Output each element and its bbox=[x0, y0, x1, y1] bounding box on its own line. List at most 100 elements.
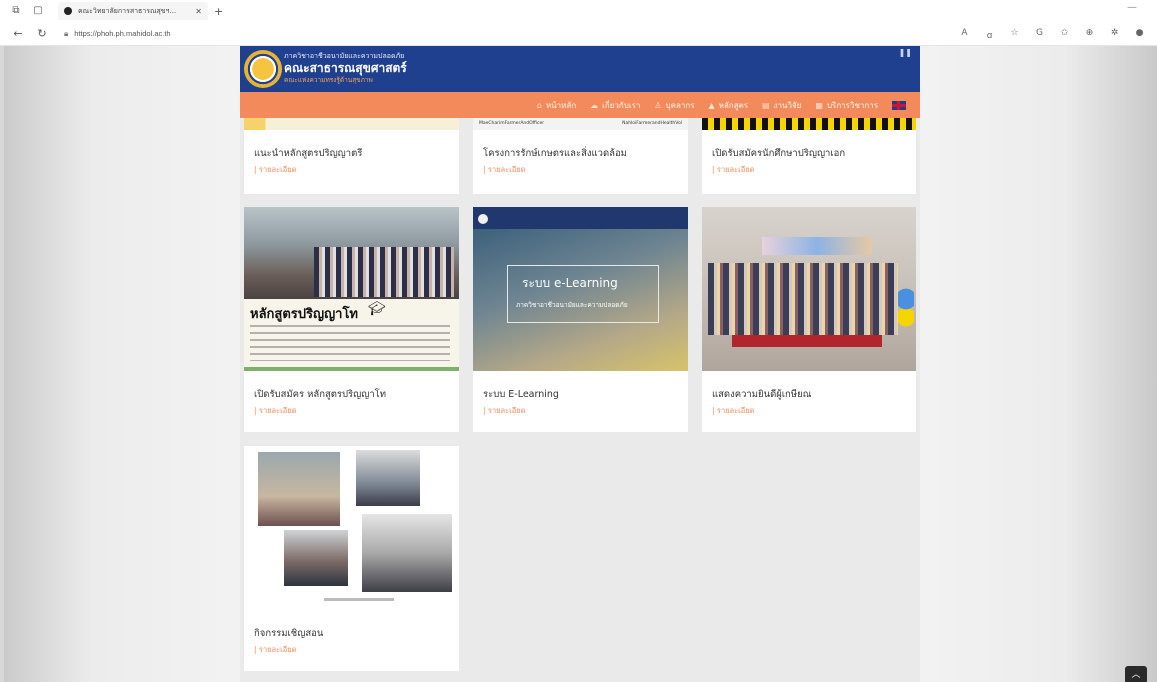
menu-label: หลักสูตร bbox=[718, 100, 749, 110]
thumb-logo-icon bbox=[478, 214, 488, 224]
card-agri-env[interactable]: MaeCharimFarmerAndOfficer NahloiFarmeran… bbox=[473, 118, 688, 194]
minimize-icon[interactable]: — bbox=[1127, 2, 1137, 13]
read-aloud-icon[interactable]: A bbox=[959, 28, 970, 41]
document-icon: ▤ bbox=[762, 100, 770, 110]
card-title[interactable]: โครงการรักษ์เกษตรและสิ่งแวดล้อม bbox=[483, 146, 627, 161]
url-field[interactable]: 🔒︎ https://phoh.ph.mahidol.ac.th bbox=[64, 29, 171, 39]
tab-actions-icon[interactable]: ▢ bbox=[32, 5, 44, 17]
card-detail-link[interactable]: | รายละเอียด bbox=[483, 164, 526, 176]
card-detail-link[interactable]: | รายละเอียด bbox=[254, 644, 297, 656]
menu-item-staff[interactable]: ♙ บุคลากร bbox=[654, 99, 694, 112]
menu-label: บุคลากร bbox=[665, 100, 695, 110]
chat-icon: ☁ bbox=[590, 100, 599, 110]
card-title[interactable]: กิจกรรมเชิญสอน bbox=[254, 626, 323, 641]
menu-item-curriculum[interactable]: ▲ หลักสูตร bbox=[709, 99, 749, 112]
favorites-icon[interactable]: ✩ bbox=[1059, 28, 1070, 41]
toolbar-icons: A ꭤ ☆ G ✩ ⊕ ✲ ● bbox=[959, 28, 1145, 41]
grid-icon: ▦ bbox=[815, 100, 823, 110]
favorite-star-icon[interactable]: ☆ bbox=[1009, 28, 1020, 41]
site-tagline: คณะแห่งความทรงรู้ด้านสุขภาพ bbox=[284, 76, 373, 84]
english-flag-icon[interactable] bbox=[892, 100, 906, 110]
thumb-caption bbox=[324, 598, 394, 601]
card-title[interactable]: แนะนำหลักสูตรปริญญาตรี bbox=[254, 146, 362, 161]
card-title[interactable]: เปิดรับสมัครนักศึกษาปริญญาเอก bbox=[712, 146, 845, 161]
thumb-carpet bbox=[732, 335, 882, 347]
thumb-headline: ระบบ e-Learning bbox=[522, 276, 618, 290]
thumb-details bbox=[250, 325, 450, 361]
menu-item-services[interactable]: ▦ บริการวิชาการ bbox=[815, 99, 878, 112]
card-elearning[interactable]: ระบบ e-Learning ภาควิชาอาชีวอนามัยและควา… bbox=[473, 207, 688, 432]
card-detail-link[interactable]: | รายละเอียด bbox=[712, 164, 755, 176]
left-gutter bbox=[0, 46, 4, 682]
site-header: ภาควิชาอาชีวอนามัยและความปลอดภัย คณะสาธา… bbox=[240, 46, 920, 92]
card-thumb bbox=[244, 118, 459, 130]
thumb-photo-1 bbox=[258, 452, 340, 526]
puzzle-icon[interactable]: ✲ bbox=[1109, 28, 1120, 41]
card-thumb[interactable] bbox=[702, 207, 916, 371]
favicon-icon bbox=[64, 7, 72, 15]
thumb-balloons bbox=[898, 287, 914, 327]
thumb-caption-left: MaeCharimFarmerAndOfficer bbox=[479, 121, 545, 126]
menu-label: หน้าหลัก bbox=[545, 100, 577, 110]
close-icon[interactable]: ✕ bbox=[195, 7, 202, 16]
refresh-icon[interactable]: ↻ bbox=[36, 27, 48, 40]
thumb-people bbox=[708, 263, 898, 335]
card-master[interactable]: หลักสูตรปริญญาโท 🎓︎ เปิดรับสมัคร หลักสูต… bbox=[244, 207, 459, 432]
home-icon: ⌂ bbox=[536, 100, 542, 110]
card-detail-link[interactable]: | รายละเอียด bbox=[254, 164, 297, 176]
back-to-top-button[interactable]: ︿ bbox=[1125, 666, 1147, 682]
menu-item-about[interactable]: ☁ เกี่ยวกับเรา bbox=[590, 99, 640, 112]
extension-icon[interactable]: G bbox=[1034, 28, 1045, 41]
thumb-footer-bar bbox=[244, 367, 459, 371]
header-corner-icon: ❚❚ bbox=[898, 48, 912, 57]
menu-item-research[interactable]: ▤ งานวิจัย bbox=[762, 99, 801, 112]
card-detail-link[interactable]: | รายละเอียด bbox=[254, 405, 297, 417]
thumb-caption-right: NahloiFarmerandHealthVol bbox=[622, 121, 682, 126]
profile-icon[interactable]: ● bbox=[1134, 28, 1145, 41]
card-detail-link[interactable]: | รายละเอียด bbox=[712, 405, 755, 417]
thumb-photo-2 bbox=[356, 450, 420, 506]
card-phd[interactable]: เปิดรับสมัครนักศึกษาปริญญาเอก | รายละเอี… bbox=[702, 118, 916, 194]
graduation-icon: ▲ bbox=[708, 100, 715, 110]
card-thumb bbox=[702, 118, 916, 130]
tab-title: คณะวิทยาลัยการสาธารณสุขฯ... bbox=[78, 6, 177, 15]
page-viewport: ภาควิชาอาชีวอนามัยและความปลอดภัย คณะสาธา… bbox=[0, 46, 1157, 682]
card-guest-teaching[interactable]: กิจกรรมเชิญสอน | รายละเอียด bbox=[244, 446, 459, 671]
browser-tab[interactable]: คณะวิทยาลัยการสาธารณสุขฯ... ✕ bbox=[58, 2, 208, 20]
new-tab-icon[interactable]: + bbox=[214, 5, 223, 18]
menu-label: งานวิจัย bbox=[773, 100, 802, 110]
mahidol-logo-icon[interactable] bbox=[244, 50, 282, 88]
menu-label: เกี่ยวกับเรา bbox=[602, 100, 641, 110]
card-thumb[interactable]: หลักสูตรปริญญาโท 🎓︎ bbox=[244, 207, 459, 371]
thumb-people bbox=[314, 247, 454, 297]
url-text: https://phoh.ph.mahidol.ac.th bbox=[74, 29, 171, 38]
thumb-box: ระบบ e-Learning ภาควิชาอาชีวอนามัยและควา… bbox=[507, 265, 659, 323]
browser-tab-bar: ⧉ ▢ คณะวิทยาลัยการสาธารณสุขฯ... ✕ + — bbox=[0, 0, 1157, 22]
thumb-photo-3 bbox=[284, 530, 348, 586]
thumb-top-bar bbox=[473, 207, 688, 229]
thumb-sub: ภาควิชาอาชีวอนามัยและความปลอดภัย bbox=[516, 301, 628, 309]
reader-icon[interactable]: ꭤ bbox=[984, 28, 995, 41]
person-icon: ♙ bbox=[654, 100, 662, 110]
card-thumb[interactable]: ระบบ e-Learning ภาควิชาอาชีวอนามัยและควา… bbox=[473, 207, 688, 371]
main-menu: ⌂ หน้าหลัก ☁ เกี่ยวกับเรา ♙ บุคลากร ▲ หล… bbox=[240, 92, 920, 118]
card-thumb[interactable] bbox=[244, 446, 459, 610]
workspaces-icon[interactable]: ⧉ bbox=[10, 5, 22, 17]
thumb-headline: หลักสูตรปริญญาโท bbox=[250, 307, 359, 322]
card-title[interactable]: แสดงความยินดีผู้เกษียณ bbox=[712, 387, 811, 402]
lock-icon: 🔒︎ bbox=[64, 28, 69, 38]
card-retirement[interactable]: แสดงความยินดีผู้เกษียณ | รายละเอียด bbox=[702, 207, 916, 432]
card-detail-link[interactable]: | รายละเอียด bbox=[483, 405, 526, 417]
collections-icon[interactable]: ⊕ bbox=[1084, 28, 1095, 41]
card-title[interactable]: เปิดรับสมัคร หลักสูตรปริญญาโท bbox=[254, 387, 386, 402]
address-bar: ← ↻ 🔒︎ https://phoh.ph.mahidol.ac.th A ꭤ… bbox=[0, 22, 1157, 46]
thumb-banner bbox=[762, 237, 872, 255]
card-thumb: MaeCharimFarmerAndOfficer NahloiFarmeran… bbox=[473, 118, 688, 130]
thumb-photo-4 bbox=[362, 514, 452, 592]
graduation-cap-icon: 🎓︎ bbox=[368, 301, 386, 317]
card-title[interactable]: ระบบ E-Learning bbox=[483, 387, 559, 402]
menu-item-home[interactable]: ⌂ หน้าหลัก bbox=[537, 99, 576, 112]
site-content: ภาควิชาอาชีวอนามัยและความปลอดภัย คณะสาธา… bbox=[240, 46, 920, 682]
card-bachelor[interactable]: แนะนำหลักสูตรปริญญาตรี | รายละเอียด bbox=[244, 118, 459, 194]
back-icon[interactable]: ← bbox=[12, 27, 24, 40]
